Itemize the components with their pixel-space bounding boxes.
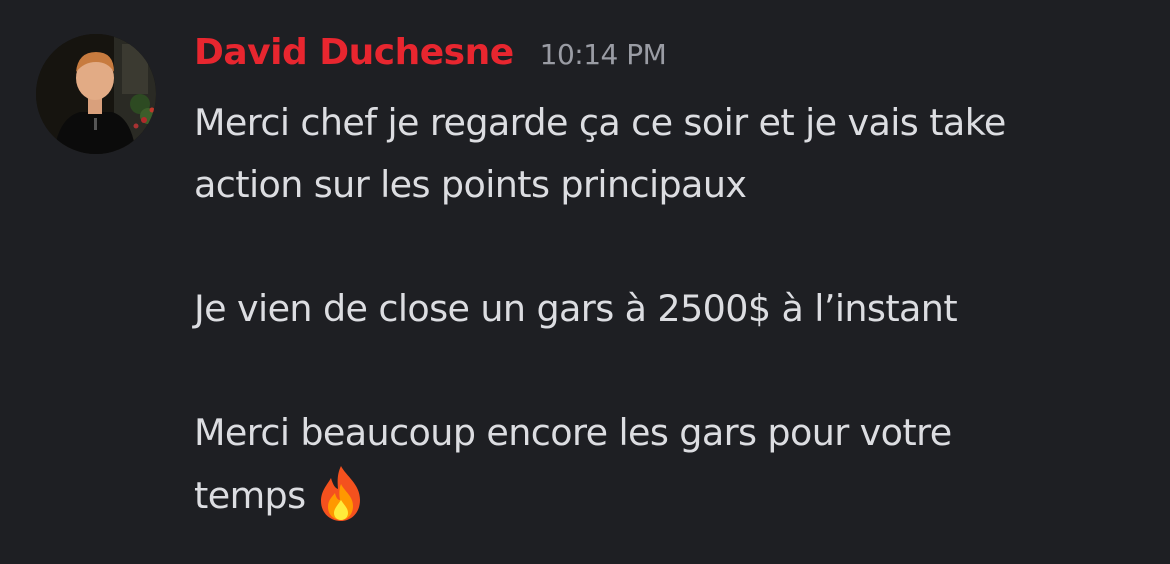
message-content: Merci chef je regarde ça ce soir et je v… (194, 92, 1154, 526)
chat-message: David Duchesne 10:14 PM Merci chef je re… (0, 0, 1170, 564)
message-line: Merci chef je regarde ça ce soir et je v… (194, 101, 1006, 144)
message-header: David Duchesne 10:14 PM (194, 32, 667, 82)
username[interactable]: David Duchesne (194, 32, 514, 73)
avatar-photo (36, 34, 156, 154)
message-line: Merci beaucoup encore les gars pour votr… (194, 411, 952, 454)
message-text: temps (194, 474, 306, 517)
fire-emoji-icon (316, 464, 366, 522)
message-line: Je vien de close un gars à 2500$ à l’ins… (194, 287, 958, 330)
message-last-line: temps (194, 464, 1154, 526)
message-line: action sur les points principaux (194, 163, 747, 206)
avatar[interactable] (36, 34, 156, 154)
timestamp[interactable]: 10:14 PM (540, 38, 667, 71)
